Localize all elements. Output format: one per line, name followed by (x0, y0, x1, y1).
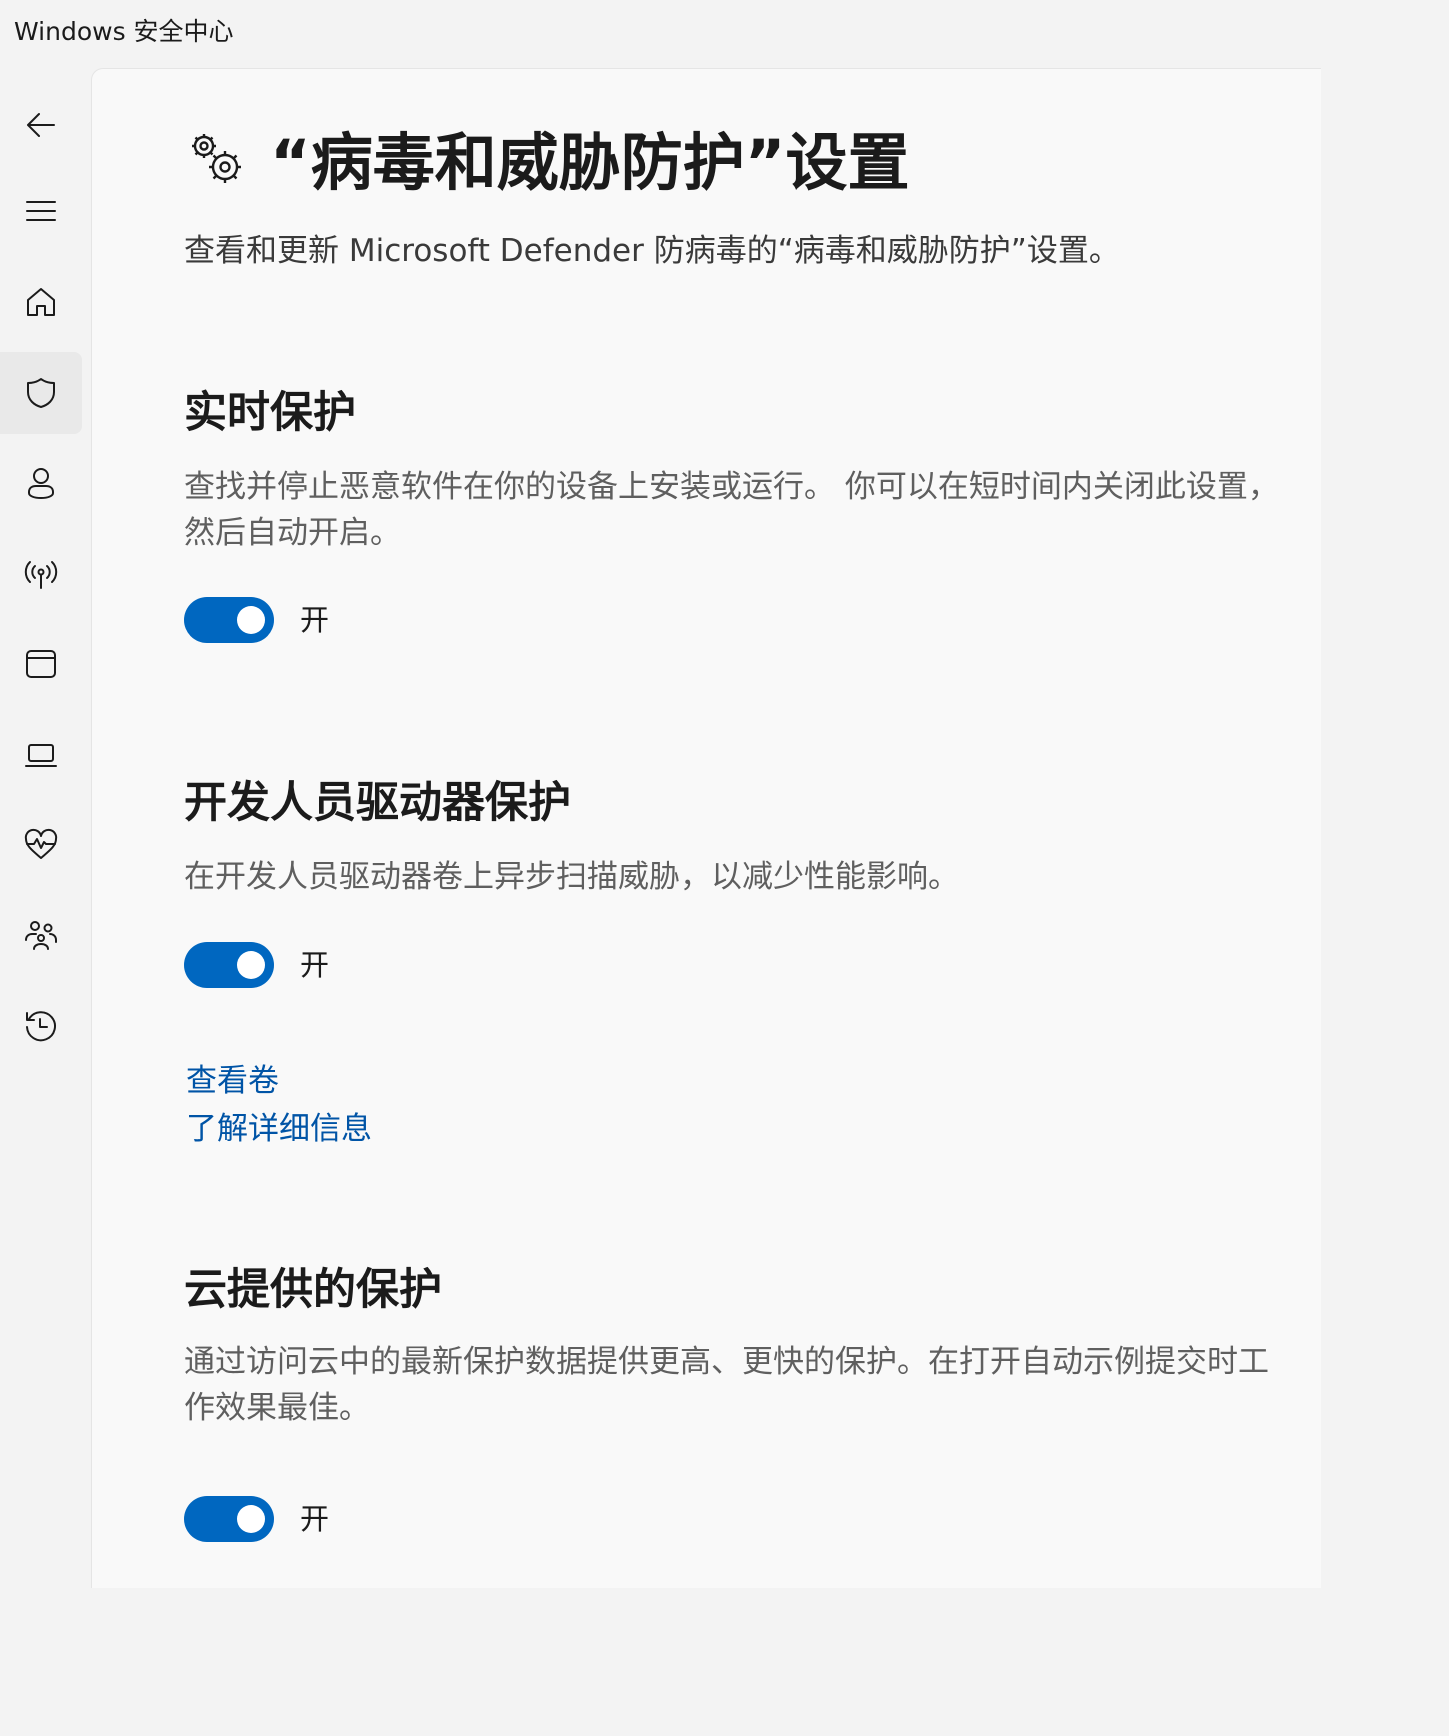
cloud-protection-toggle[interactable] (184, 1496, 274, 1542)
family-icon (25, 921, 57, 950)
nav-item-device-security[interactable] (0, 714, 82, 796)
laptop-icon (25, 744, 57, 767)
real-time-protection-toggle-row: 开 (184, 597, 329, 643)
hamburger-menu-icon (26, 201, 56, 221)
cloud-protection-toggle-row: 开 (184, 1496, 329, 1542)
toggle-state-label: 开 (300, 603, 330, 637)
toggle-knob (237, 606, 265, 634)
back-button[interactable] (0, 84, 82, 166)
wireless-signal-icon (24, 561, 58, 589)
section-title: 云提供的保护 (184, 1265, 442, 1315)
page-title: “病毒和威胁防护”设置 (270, 126, 910, 199)
gears-icon (187, 129, 247, 189)
navigation-rail (0, 66, 92, 1568)
back-arrow-icon (27, 113, 55, 137)
section-description: 通过访问云中的最新保护数据提供更高、更快的保护。在打开自动示例提交时工作效果最佳… (184, 1344, 1269, 1426)
history-icon (26, 1011, 56, 1042)
toggle-knob (237, 1505, 265, 1533)
nav-item-account-protection[interactable] (0, 442, 82, 524)
section-title: 实时保护 (184, 388, 356, 438)
person-icon (28, 468, 54, 499)
section-description: 在开发人员驱动器卷上异步扫描威胁，以减少性能影响。 (184, 859, 959, 895)
page-subtitle: 查看和更新 Microsoft Defender 防病毒的“病毒和威胁防护”设置… (184, 233, 1120, 269)
nav-item-home[interactable] (0, 261, 82, 343)
view-volumes-link[interactable]: 查看卷 (186, 1059, 279, 1103)
nav-item-device-performance[interactable] (0, 804, 82, 886)
real-time-protection-toggle[interactable] (184, 597, 274, 643)
learn-more-link[interactable]: 了解详细信息 (186, 1107, 372, 1151)
nav-item-firewall-network[interactable] (0, 533, 82, 615)
menu-button[interactable] (0, 170, 82, 252)
section-description: 查找并停止恶意软件在你的设备上安装或运行。 你可以在短时间内关闭此设置，然后自动… (184, 469, 1279, 551)
nav-item-protection-history[interactable] (0, 985, 82, 1067)
section-title: 开发人员驱动器保护 (184, 778, 571, 828)
toggle-state-label: 开 (300, 1502, 330, 1536)
toggle-knob (237, 951, 265, 979)
title-bar: Windows 安全中心 (0, 0, 1309, 66)
dev-drive-protection-toggle-row: 开 (184, 942, 329, 988)
toggle-state-label: 开 (300, 948, 330, 982)
nav-item-virus-protection[interactable] (0, 352, 82, 434)
nav-item-family-options[interactable] (0, 895, 82, 977)
heart-pulse-icon (24, 828, 58, 859)
home-icon (27, 288, 55, 316)
content-panel: “病毒和威胁防护”设置 查看和更新 Microsoft Defender 防病毒… (91, 68, 1321, 1588)
shield-icon (27, 378, 55, 408)
nav-item-app-browser-control[interactable] (0, 623, 82, 705)
browser-window-icon (26, 650, 56, 678)
app-title: Windows 安全中心 (14, 17, 234, 46)
dev-drive-protection-toggle[interactable] (184, 942, 274, 988)
